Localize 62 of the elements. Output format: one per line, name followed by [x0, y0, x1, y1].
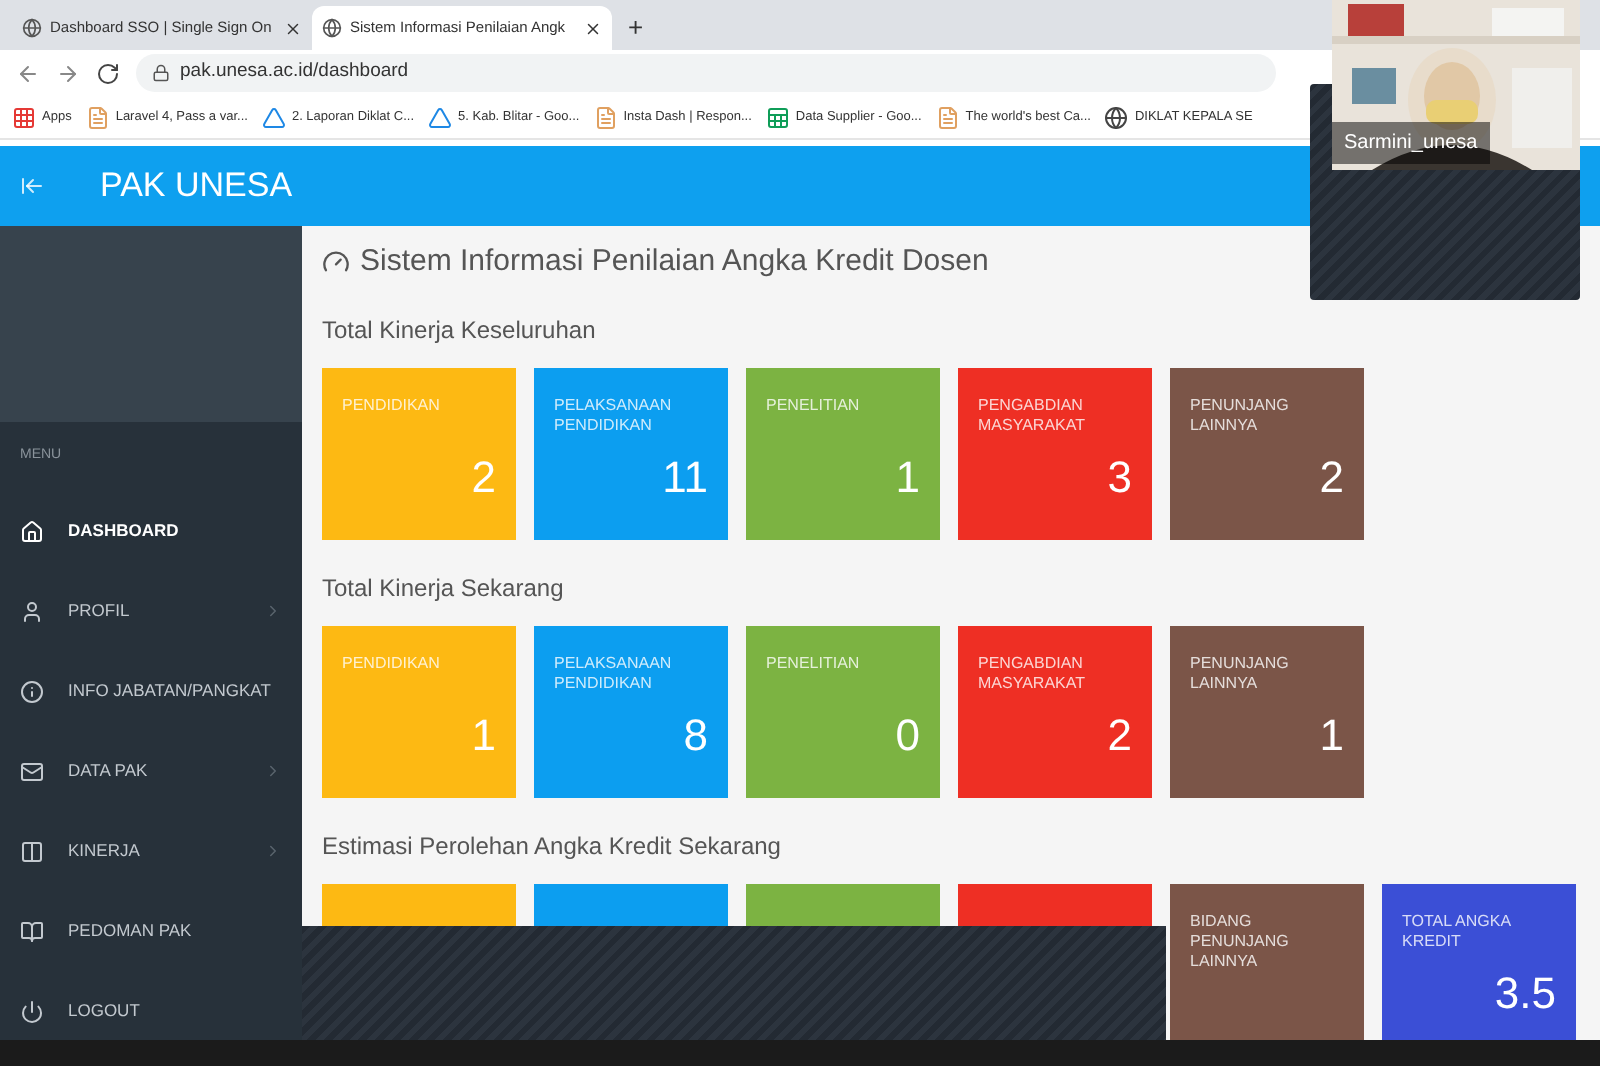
- sidebar-item[interactable]: KINERJA: [0, 811, 302, 891]
- card-label: PENUNJANG LAINNYA: [1190, 654, 1291, 694]
- participant-name: Sarmini_unesa: [1332, 122, 1490, 164]
- sidebar-item[interactable]: DATA PAK: [0, 731, 302, 811]
- globe-icon: [322, 18, 342, 38]
- card-value: 1: [471, 708, 496, 764]
- spreadsheet-icon: [765, 105, 790, 129]
- menu-icon: [20, 839, 44, 863]
- menu-icon: [20, 599, 44, 623]
- close-icon[interactable]: [584, 19, 602, 37]
- app-title: PAK UNESA: [100, 164, 293, 209]
- card-label: TOTAL ANGKA KREDIT: [1402, 912, 1513, 952]
- menu-icon: [20, 759, 44, 783]
- card-value: 2: [1107, 708, 1132, 764]
- back-icon[interactable]: [16, 61, 40, 85]
- card-label: BIDANG PENUNJANG LAINNYA: [1190, 912, 1291, 972]
- menu-icon: [20, 999, 44, 1023]
- close-icon[interactable]: [284, 19, 302, 37]
- card-label: PELAKSANAAN PENDIDIKAN: [554, 654, 674, 694]
- reload-icon[interactable]: [96, 61, 120, 85]
- globe-icon: [1104, 105, 1129, 129]
- triangle-icon: [261, 105, 286, 129]
- card-label: PENDIDIKAN: [342, 396, 442, 416]
- address-field[interactable]: pak.unesa.ac.id/dashboard: [136, 54, 1276, 92]
- page-title: Sistem Informasi Penilaian Angka Kredit Dosen: [360, 241, 989, 282]
- card-value: 1: [895, 450, 920, 506]
- menu-icon: [20, 919, 44, 943]
- card-value: 3: [1107, 450, 1132, 506]
- card-label: PENGABDIAN MASYARAKAT: [978, 396, 1087, 436]
- card-label: PELAKSANAAN PENDIDIKAN: [554, 396, 674, 436]
- card-value: 2: [471, 450, 496, 506]
- section-title: Total Kinerja Sekarang: [322, 572, 566, 606]
- sidebar-item[interactable]: DASHBOARD: [0, 491, 302, 571]
- apps-icon: [12, 105, 36, 129]
- dashboard-icon: [322, 248, 350, 276]
- sidebar-item[interactable]: PEDOMAN PAK: [0, 891, 302, 971]
- lock-icon: [152, 64, 170, 82]
- card-value: 11: [662, 450, 708, 506]
- address-text: pak.unesa.ac.id/dashboard: [180, 58, 409, 87]
- new-tab-button[interactable]: +: [612, 6, 660, 50]
- page-icon: [593, 105, 618, 129]
- forward-icon[interactable]: [56, 61, 80, 85]
- card-value: 3.5: [1494, 966, 1556, 1022]
- menu-icon: [20, 519, 44, 543]
- globe-icon: [22, 18, 42, 38]
- card-label: PENGABDIAN MASYARAKAT: [978, 654, 1087, 694]
- menu-icon: [20, 679, 44, 703]
- card-label: PENELITIAN: [766, 654, 862, 674]
- page-icon: [85, 105, 110, 129]
- card-label: PENELITIAN: [766, 396, 862, 416]
- card-value: 8: [683, 708, 708, 764]
- card-label: PENDIDIKAN: [342, 654, 442, 674]
- sidebar-item[interactable]: PROFIL: [0, 571, 302, 651]
- section-title: Total Kinerja Keseluruhan: [322, 314, 598, 348]
- card-value: 0: [895, 708, 920, 764]
- card-value: 1: [1319, 708, 1344, 764]
- section-title: Estimasi Perolehan Angka Kredit Sekarang: [322, 830, 783, 864]
- triangle-icon: [428, 105, 453, 129]
- card-value: 2: [1319, 450, 1344, 506]
- card-label: PENUNJANG LAINNYA: [1190, 396, 1291, 436]
- sidebar-item[interactable]: INFO JABATAN/PANGKAT: [0, 651, 302, 731]
- page-icon: [935, 105, 960, 129]
